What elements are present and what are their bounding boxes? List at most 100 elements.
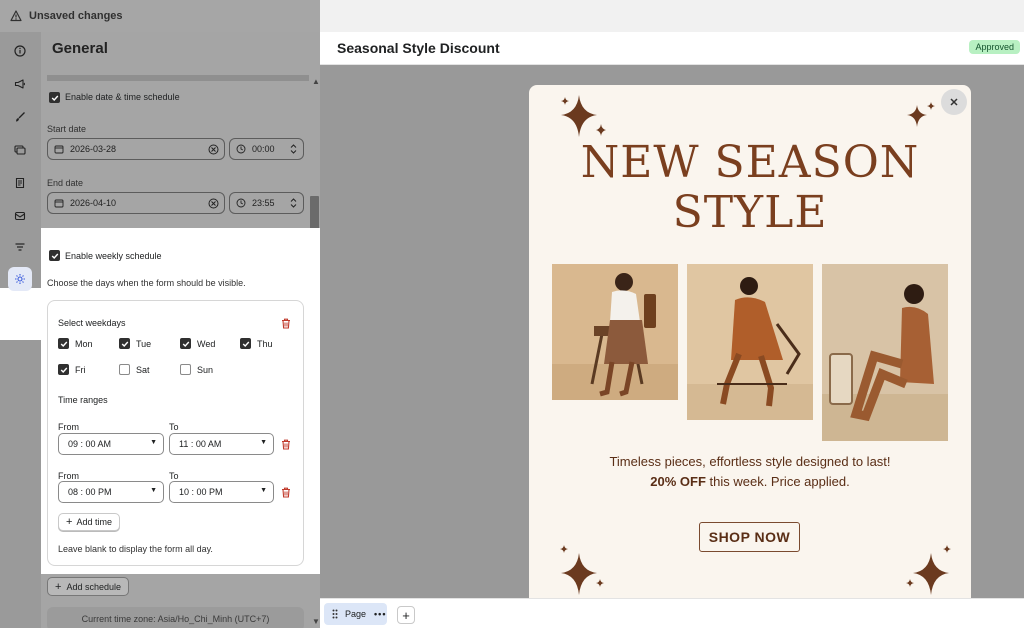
range-1-from-value: 09 : 00 AM xyxy=(68,439,112,449)
enable-date-schedule-checkbox[interactable] xyxy=(49,92,60,103)
range-2-to-value: 10 : 00 PM xyxy=(179,487,223,497)
settings-icon-rail xyxy=(0,32,41,628)
add-schedule-button[interactable]: + Add schedule xyxy=(47,577,129,596)
trash-icon[interactable] xyxy=(281,439,291,450)
preview-header: Seasonal Style Discount Approved xyxy=(320,32,1024,65)
unsaved-changes-text: Unsaved changes xyxy=(29,10,123,22)
calendar-icon xyxy=(54,199,64,208)
range-2-from-label: From xyxy=(58,471,79,481)
megaphone-icon xyxy=(14,79,25,89)
start-time-input[interactable]: 00:00 xyxy=(229,138,304,160)
end-time-value: 23:55 xyxy=(252,198,275,208)
range-1-to-label: To xyxy=(169,422,179,432)
campaign-title: Seasonal Style Discount xyxy=(337,40,500,56)
clear-icon[interactable] xyxy=(208,198,219,209)
select-weekdays-label: Select weekdays xyxy=(58,318,126,328)
page-tab[interactable]: Page ••• xyxy=(324,603,387,625)
range-1-from-select[interactable]: 09 : 00 AM ▼ xyxy=(58,433,164,455)
gear-icon xyxy=(15,274,25,284)
panel-divider xyxy=(47,75,309,81)
blank-hint: Leave blank to display the form all day. xyxy=(58,544,213,554)
weekday-fri-label: Fri xyxy=(75,365,86,375)
trash-icon[interactable] xyxy=(281,487,291,498)
plus-icon: + xyxy=(55,580,62,593)
range-2-from-select[interactable]: 08 : 00 PM ▼ xyxy=(58,481,164,503)
check-icon xyxy=(60,341,67,347)
range-1-to-value: 11 : 00 AM xyxy=(179,439,222,449)
sparkle-icon xyxy=(907,102,935,127)
end-date-value: 2026-04-10 xyxy=(70,198,117,208)
time-ranges-label: Time ranges xyxy=(58,395,108,405)
sparkle-icon xyxy=(561,95,606,137)
more-options-icon[interactable]: ••• xyxy=(374,609,386,619)
cards-icon xyxy=(14,145,26,155)
popup-tagline: Timeless pieces, effortless style design… xyxy=(609,454,891,469)
check-icon xyxy=(242,341,249,347)
start-date-label: Start date xyxy=(47,124,87,134)
weekly-schedule-card: Select weekdays Mon Tue Wed Thu Fri Sat … xyxy=(47,300,304,566)
plus-icon: + xyxy=(66,516,73,528)
trash-icon[interactable] xyxy=(281,318,291,329)
info-icon xyxy=(14,45,26,57)
updown-chevron-icon xyxy=(290,198,297,208)
end-time-input[interactable]: 23:55 xyxy=(229,192,304,214)
start-date-input[interactable]: 2026-03-28 xyxy=(47,138,225,160)
scroll-down-icon[interactable]: ▼ xyxy=(312,617,320,626)
offer-rest: this week. Price applied. xyxy=(705,474,850,489)
warning-icon xyxy=(10,10,22,22)
weekday-sat-checkbox[interactable] xyxy=(119,364,130,375)
shop-now-button[interactable]: SHOP NOW xyxy=(699,522,800,552)
range-1-to-select[interactable]: 11 : 00 AM ▼ xyxy=(169,433,274,455)
weekday-tue-label: Tue xyxy=(136,339,152,349)
weekday-sun-checkbox[interactable] xyxy=(180,364,191,375)
add-time-button[interactable]: + Add time xyxy=(58,513,120,531)
enable-weekly-schedule-checkbox[interactable] xyxy=(49,250,60,261)
weekday-wed-checkbox[interactable] xyxy=(180,338,191,349)
start-time-value: 00:00 xyxy=(252,144,275,154)
popup-preview[interactable]: NEW SEASON STYLE Timeless pieces, effort… xyxy=(529,85,971,598)
clear-icon[interactable] xyxy=(208,144,219,155)
drag-handle-icon[interactable] xyxy=(332,609,338,619)
rail-brush-button[interactable] xyxy=(8,105,32,129)
caret-down-icon: ▼ xyxy=(260,487,267,494)
check-icon xyxy=(60,367,67,373)
page-tab-label: Page xyxy=(345,609,367,619)
clock-icon xyxy=(236,144,246,154)
range-2-to-select[interactable]: 10 : 00 PM ▼ xyxy=(169,481,274,503)
rail-cards-button[interactable] xyxy=(8,138,32,162)
rail-settings-button[interactable] xyxy=(8,267,32,291)
rail-mail-button[interactable] xyxy=(8,204,32,228)
caret-down-icon: ▼ xyxy=(150,487,157,494)
weekly-description: Choose the days when the form should be … xyxy=(47,278,246,288)
caret-down-icon: ▼ xyxy=(150,439,157,446)
rail-info-button[interactable] xyxy=(8,39,32,63)
weekday-mon-checkbox[interactable] xyxy=(58,338,69,349)
popup-close-button[interactable] xyxy=(941,89,967,115)
popup-headline-line-2: STYLE xyxy=(672,187,828,238)
end-date-input[interactable]: 2026-04-10 xyxy=(47,192,225,214)
end-date-label: End date xyxy=(47,178,84,188)
model-photo-3 xyxy=(822,264,948,441)
range-2-to-label: To xyxy=(169,471,179,481)
check-icon xyxy=(51,253,58,259)
caret-down-icon: ▼ xyxy=(260,439,267,446)
weekday-thu-checkbox[interactable] xyxy=(240,338,251,349)
add-page-button[interactable]: + xyxy=(397,606,415,624)
timezone-info: Current time zone: Asia/Ho_Chi_Minh (UTC… xyxy=(47,607,304,628)
weekday-sun-label: Sun xyxy=(197,365,214,375)
enable-date-schedule-label: Enable date & time schedule xyxy=(65,92,180,102)
rail-active-highlight xyxy=(0,288,41,340)
add-time-label: Add time xyxy=(76,517,112,527)
weekday-tue-checkbox[interactable] xyxy=(119,338,130,349)
rail-filter-button[interactable] xyxy=(8,235,32,259)
weekday-wed-label: Wed xyxy=(197,339,216,349)
panel-title: General xyxy=(52,40,108,57)
scroll-up-icon[interactable]: ▲ xyxy=(312,77,320,86)
weekday-fri-checkbox[interactable] xyxy=(58,364,69,375)
unsaved-changes-bar: Unsaved changes xyxy=(0,0,320,32)
add-schedule-label: Add schedule xyxy=(66,581,121,592)
top-bar-right xyxy=(320,0,1024,32)
rail-megaphone-button[interactable] xyxy=(8,72,32,96)
rail-receipt-button[interactable] xyxy=(8,171,32,195)
offer-bold: 20% OFF xyxy=(650,474,706,489)
